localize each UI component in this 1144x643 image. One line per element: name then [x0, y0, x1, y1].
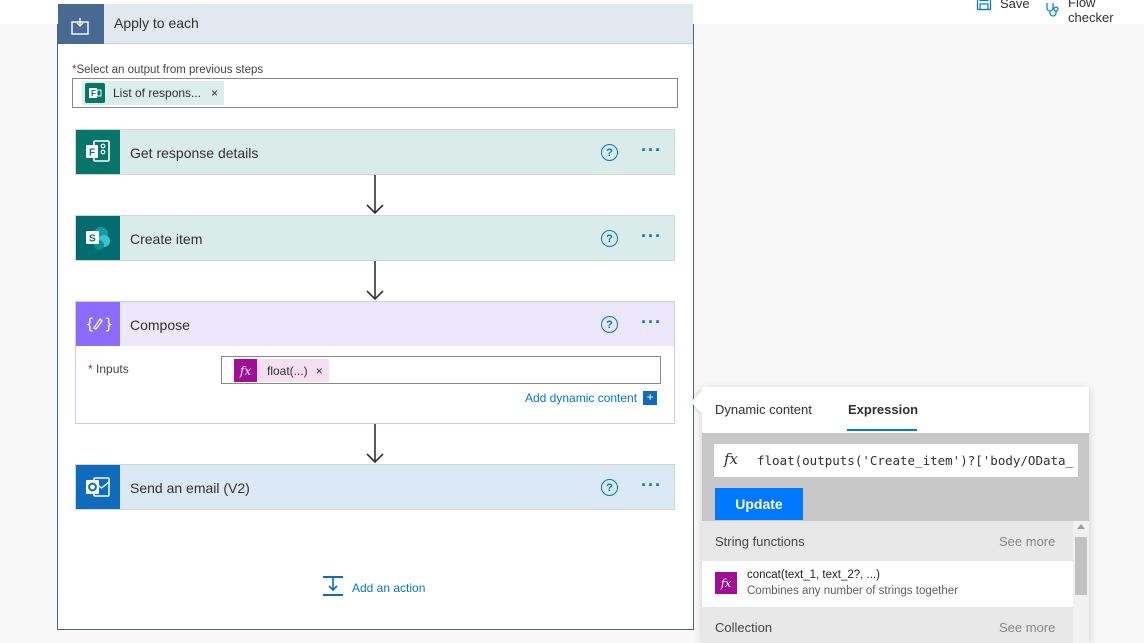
- token-remove-icon[interactable]: ×: [211, 86, 218, 100]
- select-output-label: *Select an output from previous steps: [72, 64, 263, 76]
- compose-header[interactable]: {} Compose ? ···: [76, 302, 674, 346]
- stethoscope-icon: [1044, 2, 1060, 18]
- flow-checker-label: Flow checker: [1068, 0, 1114, 25]
- section-string-functions: String functions See more: [702, 521, 1073, 561]
- flow-arrow: [366, 424, 384, 464]
- see-more-link[interactable]: See more: [999, 620, 1055, 635]
- inputs-field[interactable]: fx float(...) ×: [221, 356, 661, 384]
- expression-text: float(outputs('Create_item')?['body/ODat…: [757, 453, 1074, 468]
- loop-icon: [58, 4, 104, 44]
- add-action-icon: [322, 575, 344, 600]
- function-icon: fx: [234, 359, 257, 382]
- active-tab-underline: [847, 429, 917, 431]
- forms-icon: F: [85, 83, 105, 103]
- tab-expression[interactable]: Expression: [848, 402, 918, 417]
- expression-token-float[interactable]: fx float(...) ×: [234, 359, 329, 382]
- dynamic-content-panel: Dynamic content Expression fx float(outp…: [690, 387, 1089, 643]
- help-icon[interactable]: ?: [601, 230, 618, 247]
- svg-text:S: S: [89, 234, 96, 245]
- apply-to-each-title: Apply to each: [114, 15, 199, 31]
- flow-checker-button[interactable]: Flow checker: [1044, 0, 1144, 25]
- svg-text:}: }: [104, 315, 112, 333]
- add-action-button[interactable]: Add an action: [322, 575, 425, 600]
- plus-icon: +: [643, 391, 658, 405]
- action-get-response-details[interactable]: F Get response details ? ···: [75, 129, 675, 175]
- add-action-label: Add an action: [352, 580, 426, 595]
- more-options-icon[interactable]: ···: [641, 312, 662, 333]
- svg-text:F: F: [89, 148, 95, 159]
- save-button[interactable]: Save: [976, 0, 1030, 11]
- flow-arrow: [366, 175, 384, 215]
- see-more-link[interactable]: See more: [999, 534, 1055, 549]
- function-item-concat[interactable]: fx concat(text_1, text_2?, ...) Combines…: [702, 561, 1073, 607]
- section-title: Collection: [715, 620, 773, 635]
- token-label: float(...): [267, 363, 308, 378]
- token-label: List of respons...: [113, 86, 202, 100]
- expression-editor-area: fx float(outputs('Create_item')?['body/O…: [702, 433, 1089, 521]
- outlook-icon: [76, 465, 120, 509]
- apply-to-each-container: Apply to each *Select an output from pre…: [57, 4, 694, 630]
- expression-input[interactable]: fx float(outputs('Create_item')?['body/O…: [714, 444, 1078, 477]
- flow-arrow: [366, 261, 384, 301]
- action-create-item[interactable]: S Create item ? ···: [75, 215, 675, 261]
- panel-tabs: Dynamic content Expression: [702, 387, 1089, 431]
- section-title: String functions: [715, 534, 805, 549]
- more-options-icon[interactable]: ···: [641, 140, 662, 161]
- action-send-email[interactable]: Send an email (V2) ? ···: [75, 464, 675, 510]
- apply-to-each-header[interactable]: Apply to each: [58, 4, 693, 44]
- token-remove-icon[interactable]: ×: [316, 364, 323, 378]
- section-collection: Collection See more: [702, 607, 1073, 643]
- select-output-text: Select an output from previous steps: [76, 64, 264, 76]
- function-description: Combines any number of strings together: [747, 585, 958, 597]
- scroll-up-icon[interactable]: [1077, 524, 1085, 529]
- sharepoint-icon: S: [76, 216, 120, 260]
- action-title: Get response details: [130, 145, 259, 161]
- function-name: concat(text_1, text_2?, ...): [747, 569, 880, 581]
- save-icon: [976, 0, 992, 11]
- add-dynamic-content-label: Add dynamic content: [525, 391, 638, 405]
- action-title: Compose: [130, 317, 190, 333]
- panel-scrollbar[interactable]: [1073, 521, 1089, 643]
- svg-text:F: F: [91, 89, 96, 98]
- svg-text:{: {: [85, 315, 95, 333]
- add-dynamic-content-link[interactable]: Add dynamic content +: [525, 391, 658, 405]
- action-compose[interactable]: {} Compose ? ··· * Inputs fx float(...) …: [75, 301, 675, 424]
- inputs-label-text: Inputs: [96, 362, 129, 376]
- more-options-icon[interactable]: ···: [641, 226, 662, 247]
- action-title: Create item: [130, 231, 203, 247]
- required-marker: *: [88, 362, 93, 376]
- more-options-icon[interactable]: ···: [641, 475, 662, 496]
- function-icon: fx: [724, 450, 739, 468]
- action-title: Send an email (V2): [130, 480, 250, 496]
- function-icon: fx: [715, 572, 737, 594]
- forms-icon: F: [76, 130, 120, 174]
- select-output-input[interactable]: F List of respons... ×: [72, 78, 678, 108]
- dynamic-token-responses[interactable]: F List of respons... ×: [82, 81, 225, 105]
- tab-dynamic-content[interactable]: Dynamic content: [715, 402, 812, 417]
- inputs-label: * Inputs: [88, 362, 129, 376]
- compose-icon: {}: [76, 302, 120, 346]
- help-icon[interactable]: ?: [601, 479, 618, 496]
- save-label: Save: [1000, 0, 1030, 11]
- scrollbar-thumb[interactable]: [1075, 537, 1087, 595]
- help-icon[interactable]: ?: [601, 144, 618, 161]
- update-button[interactable]: Update: [715, 488, 803, 520]
- help-icon[interactable]: ?: [601, 316, 618, 333]
